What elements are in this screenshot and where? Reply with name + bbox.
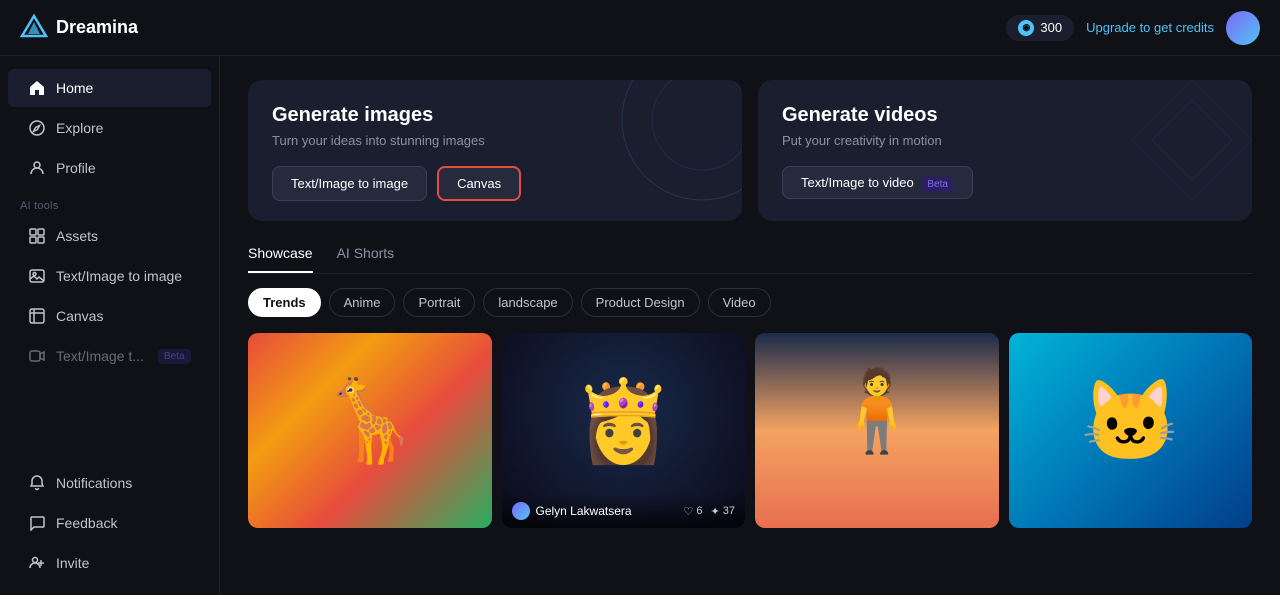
topnav: Dreamina ◉ 300 Upgrade to get credits	[0, 0, 1280, 56]
likes-count: 6	[696, 505, 702, 517]
tab-ai-shorts[interactable]: AI Shorts	[337, 245, 395, 273]
image-card-woman[interactable]	[755, 333, 999, 528]
star-icon: ✦	[711, 505, 720, 518]
generate-videos-card: Generate videos Put your creativity in m…	[758, 80, 1252, 221]
sidebar-item-home[interactable]: Home	[8, 69, 211, 107]
stars-count: 37	[723, 505, 735, 517]
pill-anime[interactable]: Anime	[329, 288, 396, 317]
image-card-giraffe[interactable]	[248, 333, 492, 528]
image-card-cat[interactable]	[1009, 333, 1253, 528]
compass-icon	[28, 119, 46, 137]
filter-pills: Trends Anime Portrait landscape Product …	[248, 288, 1252, 317]
sidebar-item-text-video[interactable]: Text/Image t... Beta	[8, 337, 211, 375]
pill-landscape[interactable]: landscape	[483, 288, 572, 317]
video-beta-badge: Beta	[921, 177, 954, 192]
text-image-to-video-button[interactable]: Text/Image to video Beta	[782, 166, 973, 199]
image-card-lady[interactable]: Gelyn Lakwatsera ♡ 6 ✦ 37	[502, 333, 746, 528]
ai-tools-section-label: AI tools	[0, 188, 219, 216]
sidebar-item-invite-label: Invite	[56, 555, 89, 571]
sidebar-item-explore-label: Explore	[56, 120, 103, 136]
user-icon	[28, 159, 46, 177]
gen-videos-bg-decoration	[1112, 80, 1252, 220]
card-user: Gelyn Lakwatsera	[512, 502, 632, 520]
beta-badge: Beta	[158, 349, 191, 364]
sidebar-item-canvas[interactable]: Canvas	[8, 297, 211, 335]
layout: Home Explore Profile AI tools Assets T	[0, 56, 1280, 595]
grid-icon	[28, 227, 46, 245]
sidebar-item-notifications[interactable]: Notifications	[8, 464, 211, 502]
canvas-icon	[28, 307, 46, 325]
sidebar-item-text-image[interactable]: Text/Image to image	[8, 257, 211, 295]
image-icon	[28, 267, 46, 285]
showcase-tabs: Showcase AI Shorts	[248, 245, 1252, 274]
credits-badge: ◉ 300	[1006, 15, 1074, 41]
text-image-to-video-label: Text/Image to video	[801, 175, 914, 190]
sidebar: Home Explore Profile AI tools Assets T	[0, 56, 220, 595]
sidebar-item-text-image-label: Text/Image to image	[56, 268, 182, 284]
cards-row: Generate images Turn your ideas into stu…	[248, 80, 1252, 221]
sidebar-item-feedback-label: Feedback	[56, 515, 117, 531]
logo[interactable]: Dreamina	[20, 14, 138, 42]
pill-portrait[interactable]: Portrait	[403, 288, 475, 317]
main-content: Generate images Turn your ideas into stu…	[220, 56, 1280, 595]
sidebar-item-profile-label: Profile	[56, 160, 96, 176]
image-cat	[1009, 333, 1253, 528]
video-icon	[28, 347, 46, 365]
canvas-button[interactable]: Canvas	[437, 166, 521, 201]
sidebar-item-profile[interactable]: Profile	[8, 149, 211, 187]
image-card-info: Gelyn Lakwatsera ♡ 6 ✦ 37	[502, 494, 746, 528]
card-likes: ♡ 6	[684, 505, 703, 518]
pill-product-design[interactable]: Product Design	[581, 288, 700, 317]
pill-trends[interactable]: Trends	[248, 288, 321, 317]
sidebar-item-feedback[interactable]: Feedback	[8, 504, 211, 542]
sidebar-item-notifications-label: Notifications	[56, 475, 132, 491]
text-image-to-image-button[interactable]: Text/Image to image	[272, 166, 427, 201]
invite-icon	[28, 554, 46, 572]
sidebar-item-canvas-label: Canvas	[56, 308, 103, 324]
bell-icon	[28, 474, 46, 492]
sidebar-item-explore[interactable]: Explore	[8, 109, 211, 147]
tab-showcase[interactable]: Showcase	[248, 245, 313, 273]
sidebar-item-home-label: Home	[56, 80, 93, 96]
logo-icon	[20, 14, 48, 42]
upgrade-button[interactable]: Upgrade to get credits	[1086, 20, 1214, 35]
heart-icon: ♡	[684, 505, 694, 518]
card-stats: ♡ 6 ✦ 37	[684, 505, 735, 518]
card-username: Gelyn Lakwatsera	[536, 504, 632, 518]
sidebar-item-assets[interactable]: Assets	[8, 217, 211, 255]
sidebar-item-text-video-label: Text/Image t...	[56, 348, 144, 364]
feedback-icon	[28, 514, 46, 532]
home-icon	[28, 79, 46, 97]
image-giraffe	[248, 333, 492, 528]
user-avatar-small	[512, 502, 530, 520]
sidebar-item-assets-label: Assets	[56, 228, 98, 244]
pill-video[interactable]: Video	[708, 288, 771, 317]
avatar[interactable]	[1226, 11, 1260, 45]
credits-count: 300	[1040, 20, 1062, 35]
sidebar-item-invite[interactable]: Invite	[8, 544, 211, 582]
credits-dot-icon: ◉	[1018, 20, 1034, 36]
card-stars: ✦ 37	[711, 505, 735, 518]
image-woman	[755, 333, 999, 528]
generate-images-card: Generate images Turn your ideas into stu…	[248, 80, 742, 221]
gen-images-bg-decoration	[602, 80, 742, 220]
image-grid: Gelyn Lakwatsera ♡ 6 ✦ 37	[248, 333, 1252, 528]
logo-text: Dreamina	[56, 17, 138, 38]
topnav-right: ◉ 300 Upgrade to get credits	[1006, 11, 1260, 45]
